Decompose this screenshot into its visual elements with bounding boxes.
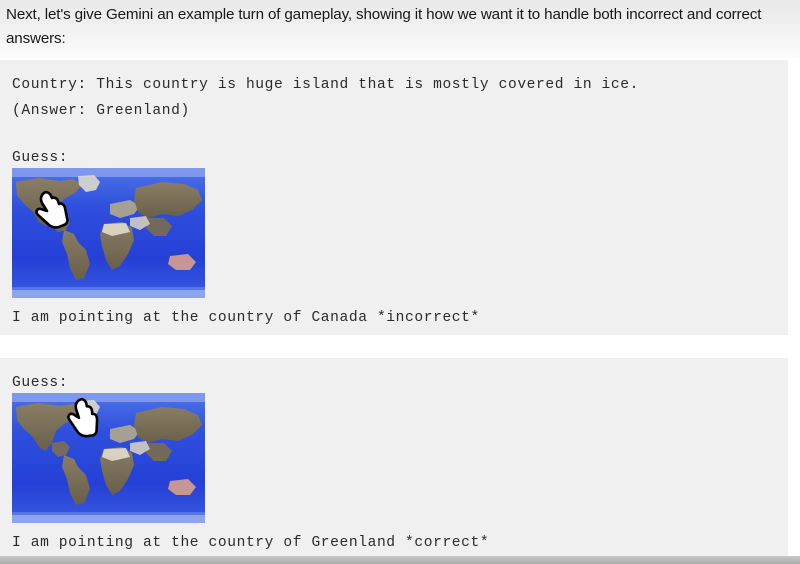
country-prompt-line: Country: This country is huge island tha… bbox=[12, 77, 639, 93]
block-separator bbox=[0, 335, 800, 358]
bottom-strip bbox=[0, 556, 800, 564]
intro-paragraph: Next, let's give Gemini an example turn … bbox=[6, 6, 766, 47]
right-margin bbox=[788, 58, 800, 556]
intro-band: Next, let's give Gemini an example turn … bbox=[0, 0, 800, 58]
answer-line: (Answer: Greenland) bbox=[12, 103, 190, 119]
world-map-graphic-2 bbox=[12, 393, 205, 523]
result-line-correct: I am pointing at the country of Greenlan… bbox=[12, 535, 490, 551]
result-line-incorrect: I am pointing at the country of Canada *… bbox=[12, 310, 480, 326]
code-block-correct-example: Guess: I am pointing at the country of G… bbox=[0, 358, 788, 556]
code-block-incorrect-example: Country: This country is huge island tha… bbox=[0, 60, 788, 335]
world-map-thumbnail-incorrect bbox=[12, 168, 205, 298]
world-map-thumbnail-correct bbox=[12, 393, 205, 523]
world-map-graphic bbox=[12, 168, 205, 298]
